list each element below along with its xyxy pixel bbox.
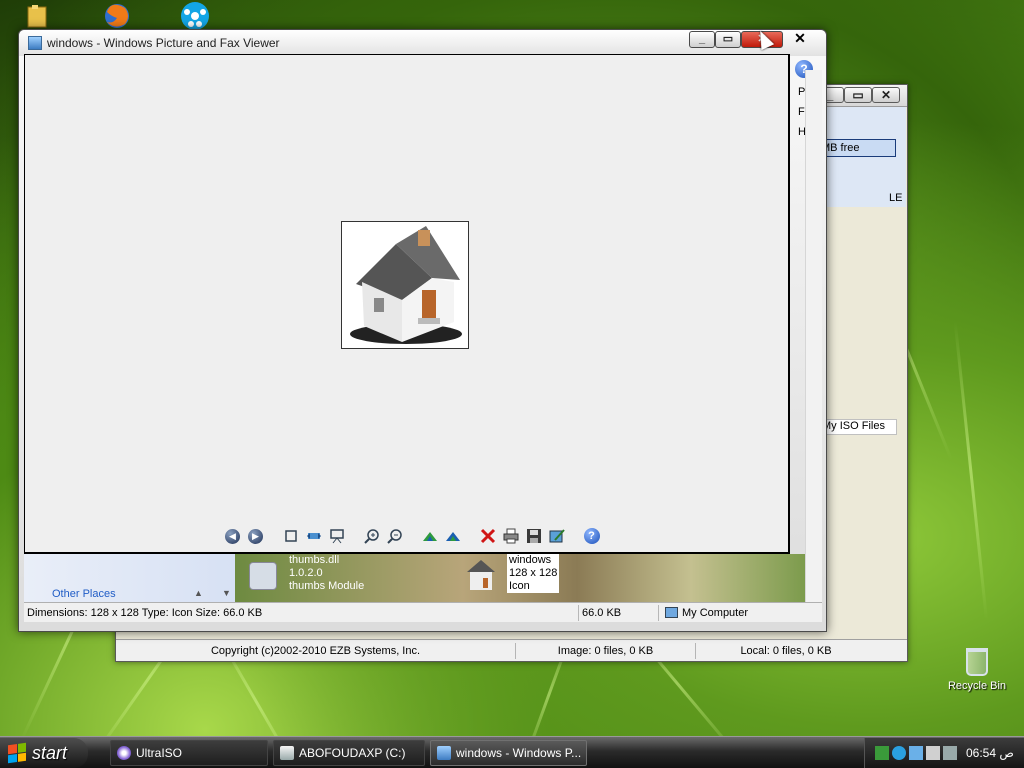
house-image [341,221,469,349]
clock[interactable]: 06:54 ص [966,746,1014,760]
display-icon[interactable] [909,746,923,760]
media-player-icon[interactable] [178,1,218,31]
taskbar-item-ultraiso[interactable]: UltraISO [110,740,268,766]
firefox-icon[interactable] [101,2,141,32]
taskbar-item-label: ABOFOUDAXP (C:) [299,746,406,760]
zoom-out-icon [386,529,402,544]
edit-button[interactable] [547,527,566,546]
help-button[interactable]: ? [582,527,601,546]
status-dimensions: Dimensions: 128 x 128 Type: Icon Size: 6… [24,604,579,621]
actual-size-button[interactable] [304,527,323,546]
rotate-ccw-icon [445,532,460,541]
drive-icon [280,746,294,760]
thumb1-caption: thumbs.dll 1.0.2.0 thumbs Module [289,554,364,593]
thumb1-version: 1.0.2.0 [289,567,323,579]
slideshow-button[interactable] [327,527,346,546]
recycle-bin[interactable]: Recycle Bin [942,648,1012,692]
taskbar-item-label: windows - Windows P... [456,746,582,760]
language-icon[interactable] [926,746,940,760]
help-icon: ? [583,528,600,544]
other-places-label: Other Places [52,588,116,600]
picture-viewer-titlebar[interactable]: windows - Windows Picture and Fax Viewer… [19,30,826,56]
ultraiso-close-button[interactable]: ✕ [872,87,900,103]
delete-button[interactable] [478,527,497,546]
start-label: start [32,742,68,763]
thumb1-name: thumbs.dll [289,554,340,566]
arrow-right-icon: ▶ [248,528,263,544]
best-fit-button[interactable] [281,527,300,546]
arrow-left-icon: ◀ [225,528,240,544]
ultraiso-icon [117,746,131,760]
ultraiso-statusbar: Copyright (c)2002-2010 EZB Systems, Inc.… [116,639,907,661]
house-thumb-icon[interactable] [463,558,499,592]
actual-size-icon [306,533,321,539]
folder-tree-item[interactable]: My ISO Files [819,419,897,435]
image-viewport[interactable]: ◀ ▶ ? [24,54,790,554]
copy-to-button[interactable] [524,527,543,546]
chevron-up-icon[interactable]: ▲ [194,588,203,598]
rotate-cw-icon [422,532,437,541]
ultraiso-free-box: MB free [816,139,896,157]
minimize-button[interactable]: _ [689,31,715,48]
app-icon [28,36,42,50]
best-fit-icon [284,530,297,542]
picture-viewer-window[interactable]: windows - Windows Picture and Fax Viewer… [18,29,827,632]
edit-image-icon [549,529,565,543]
computer-icon [665,607,678,618]
thumb2-name: windows [509,554,552,566]
rotate-clockwise-button[interactable] [420,527,439,546]
status-zone: My Computer [659,605,809,621]
previous-image-button[interactable]: ◀ [223,527,242,546]
volume-icon[interactable] [943,746,957,760]
status-copyright: Copyright (c)2002-2010 EZB Systems, Inc. [116,642,516,659]
system-tray: 06:54 ص [864,738,1024,768]
printer-icon [503,528,518,544]
taskbar: start UltraISO ABOFOUDAXP (C:) windows -… [0,736,1024,768]
other-places-header[interactable]: Other Places [52,588,116,600]
network-icon[interactable] [875,746,889,760]
chevron-down-icon[interactable]: ▼ [222,588,231,598]
thumb2-type: Icon [509,580,530,592]
window-title: windows - Windows Picture and Fax Viewer [47,36,280,50]
picture-viewer-icon [437,746,451,760]
house-icon [350,226,462,344]
recycle-bin-icon [966,648,988,676]
rotate-counterclockwise-button[interactable] [443,527,462,546]
save-disk-icon [526,529,541,543]
taskbar-item-picture-viewer[interactable]: windows - Windows P... [430,740,587,766]
col-le-header: LE [889,192,903,204]
start-button[interactable]: start [0,738,88,768]
explorer-statusbar: Dimensions: 128 x 128 Type: Icon Size: 6… [24,602,822,622]
status-local: Local: 0 files, 0 KB [740,644,832,657]
taskbar-item-label: UltraISO [136,746,183,760]
thumb2-dimensions: 128 x 128 [509,567,558,579]
zoom-in-button[interactable] [362,527,381,546]
explorer-scrollbar[interactable] [805,70,822,606]
skype-icon[interactable] [892,746,906,760]
status-size: 66.0 KB [579,604,659,621]
slideshow-icon [329,529,344,544]
zoom-in-icon [363,529,379,544]
maximize-button[interactable]: ▭ [715,31,741,48]
viewer-toolbar: ◀ ▶ ? [223,524,605,548]
thumb1-desc: thumbs Module [289,580,365,592]
explorer-task-pane: Other Places ▲ ▼ [24,554,235,608]
dll-file-icon[interactable] [249,562,277,590]
delete-icon [480,528,495,544]
taskbar-item-explorer[interactable]: ABOFOUDAXP (C:) [273,740,425,766]
explorer-close-button[interactable]: ✕ [787,31,813,48]
print-button[interactable] [501,527,520,546]
thumb2-caption: windows 128 x 128 Icon [507,554,560,593]
status-image: Image: 0 files, 0 KB [516,642,696,659]
explorer-thumbnail-area: thumbs.dll 1.0.2.0 thumbs Module windows… [235,554,805,608]
ultraiso-maximize-button[interactable]: ▭ [844,87,872,103]
zoom-out-button[interactable] [385,527,404,546]
status-zone-label: My Computer [682,606,749,619]
my-iso-files-label: My ISO Files [822,420,885,432]
windows-logo-icon [8,742,26,764]
recycle-bin-label: Recycle Bin [947,680,1007,692]
next-image-button[interactable]: ▶ [246,527,265,546]
